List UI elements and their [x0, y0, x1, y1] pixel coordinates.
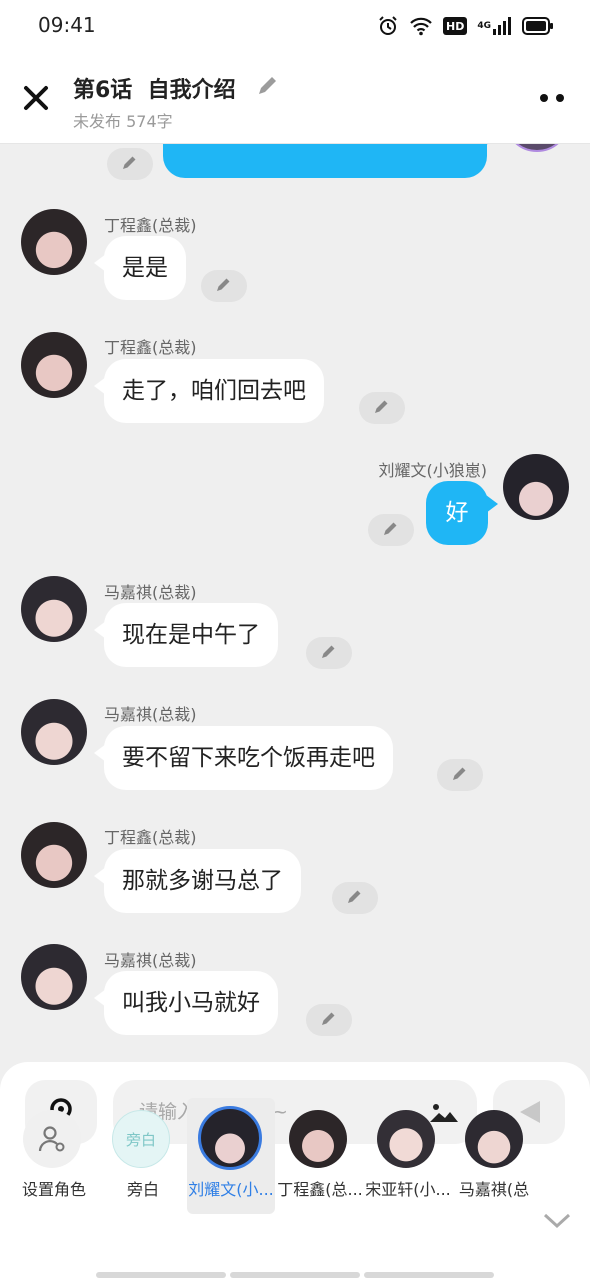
character-selector[interactable]: 设置角色 旁白 旁白 刘耀文(小... 丁程鑫(总... 宋亚轩(小... 马嘉…: [0, 1098, 590, 1218]
character-label: 丁程鑫(总...: [277, 1180, 363, 1199]
status-icons: HD 4G: [377, 15, 554, 37]
more-options-button[interactable]: [538, 88, 568, 108]
character-name: 丁程鑫(总裁): [104, 216, 197, 235]
edit-message-button[interactable]: [306, 637, 352, 669]
message-bubble[interactable]: 是是: [94, 236, 186, 300]
message-bubble[interactable]: 好: [426, 481, 498, 545]
close-icon: [24, 86, 48, 110]
avatar: [198, 1106, 262, 1170]
character-name: 刘耀文(小狼崽): [378, 461, 488, 480]
avatar: [465, 1110, 523, 1168]
message-bubble[interactable]: 叫我小马就好: [94, 971, 278, 1035]
character-settings[interactable]: 设置角色: [10, 1098, 98, 1214]
chapter-title[interactable]: 第6话 自我介绍: [73, 72, 236, 104]
close-button[interactable]: [18, 80, 54, 116]
message-bubble[interactable]: 要不留下来吃个饭再走吧: [94, 726, 393, 790]
expand-characters-button[interactable]: [540, 1208, 574, 1232]
character-ma-jiaqi[interactable]: 马嘉祺(总: [452, 1098, 540, 1214]
settings-avatar: [23, 1110, 81, 1168]
battery-icon: [522, 15, 554, 37]
avatar[interactable]: [504, 144, 570, 152]
status-time: 09:41: [38, 13, 96, 37]
character-ding-chengxin[interactable]: 丁程鑫(总...: [276, 1098, 364, 1214]
edit-message-button[interactable]: [201, 270, 247, 302]
user-settings-icon: [38, 1126, 65, 1152]
alarm-icon: [377, 15, 399, 37]
message-bubble[interactable]: 绝对不会被一颗糖拐走的: [163, 144, 497, 178]
pencil-icon: [384, 522, 397, 535]
avatar[interactable]: [21, 944, 87, 1010]
edit-message-button[interactable]: [368, 514, 414, 546]
character-label: 设置角色: [21, 1180, 86, 1199]
network-type-label: 4G: [477, 21, 491, 31]
message-bubble[interactable]: 走了，咱们回去吧: [94, 359, 324, 423]
publish-status: 未发布 574字: [73, 112, 173, 131]
edit-message-button[interactable]: [332, 882, 378, 914]
avatar: [377, 1110, 435, 1168]
character-label: 马嘉祺(总: [458, 1180, 530, 1199]
pencil-icon: [348, 890, 361, 903]
pencil-icon: [217, 278, 230, 291]
scroll-indicator: [96, 1272, 494, 1278]
message-list[interactable]: 绝对不会被一颗糖拐走的 丁程鑫(总裁) 是是 丁程鑫(总裁) 走了，咱们回去吧 …: [0, 144, 590, 1064]
character-name: 丁程鑫(总裁): [104, 338, 197, 357]
character-song-yaxuan[interactable]: 宋亚轩(小...: [364, 1098, 452, 1214]
character-name: 丁程鑫(总裁): [104, 828, 197, 847]
avatar[interactable]: [21, 576, 87, 642]
4g-signal-icon: 4G: [477, 15, 512, 37]
edit-message-button[interactable]: [107, 148, 153, 180]
wifi-icon: [409, 15, 433, 37]
avatar[interactable]: [21, 332, 87, 398]
pencil-icon: [259, 77, 276, 94]
edit-title-button[interactable]: [255, 74, 281, 100]
character-label: 宋亚轩(小...: [365, 1180, 451, 1199]
edit-message-button[interactable]: [306, 1004, 352, 1036]
avatar[interactable]: [21, 822, 87, 888]
message-bubble[interactable]: 那就多谢马总了: [94, 849, 301, 913]
more-dots-icon: [540, 94, 564, 102]
hd-icon: HD: [443, 17, 468, 35]
pencil-icon: [322, 1012, 335, 1025]
character-name: 马嘉祺(总裁): [104, 583, 197, 602]
pencil-icon: [322, 645, 335, 658]
narrator-avatar: 旁白: [112, 1110, 170, 1168]
pencil-icon: [123, 156, 136, 169]
edit-message-button[interactable]: [359, 392, 405, 424]
editor-header: 第6话 自我介绍 未发布 574字: [0, 52, 590, 144]
chevron-down-icon: [543, 1213, 571, 1229]
character-name: 马嘉祺(总裁): [104, 705, 197, 724]
message-bubble[interactable]: 现在是中午了: [94, 603, 278, 667]
character-liu-yaowen[interactable]: 刘耀文(小...: [187, 1098, 275, 1214]
avatar: [289, 1110, 347, 1168]
character-name: 马嘉祺(总裁): [104, 951, 197, 970]
character-label: 刘耀文(小...: [188, 1180, 274, 1199]
character-label: 旁白: [126, 1180, 159, 1199]
edit-message-button[interactable]: [437, 759, 483, 791]
pencil-icon: [375, 400, 388, 413]
avatar[interactable]: [21, 209, 87, 275]
status-bar: 09:41 HD 4G: [0, 0, 590, 52]
character-narrator[interactable]: 旁白 旁白: [99, 1098, 187, 1214]
avatar[interactable]: [503, 454, 569, 520]
pencil-icon: [453, 767, 466, 780]
avatar[interactable]: [21, 699, 87, 765]
